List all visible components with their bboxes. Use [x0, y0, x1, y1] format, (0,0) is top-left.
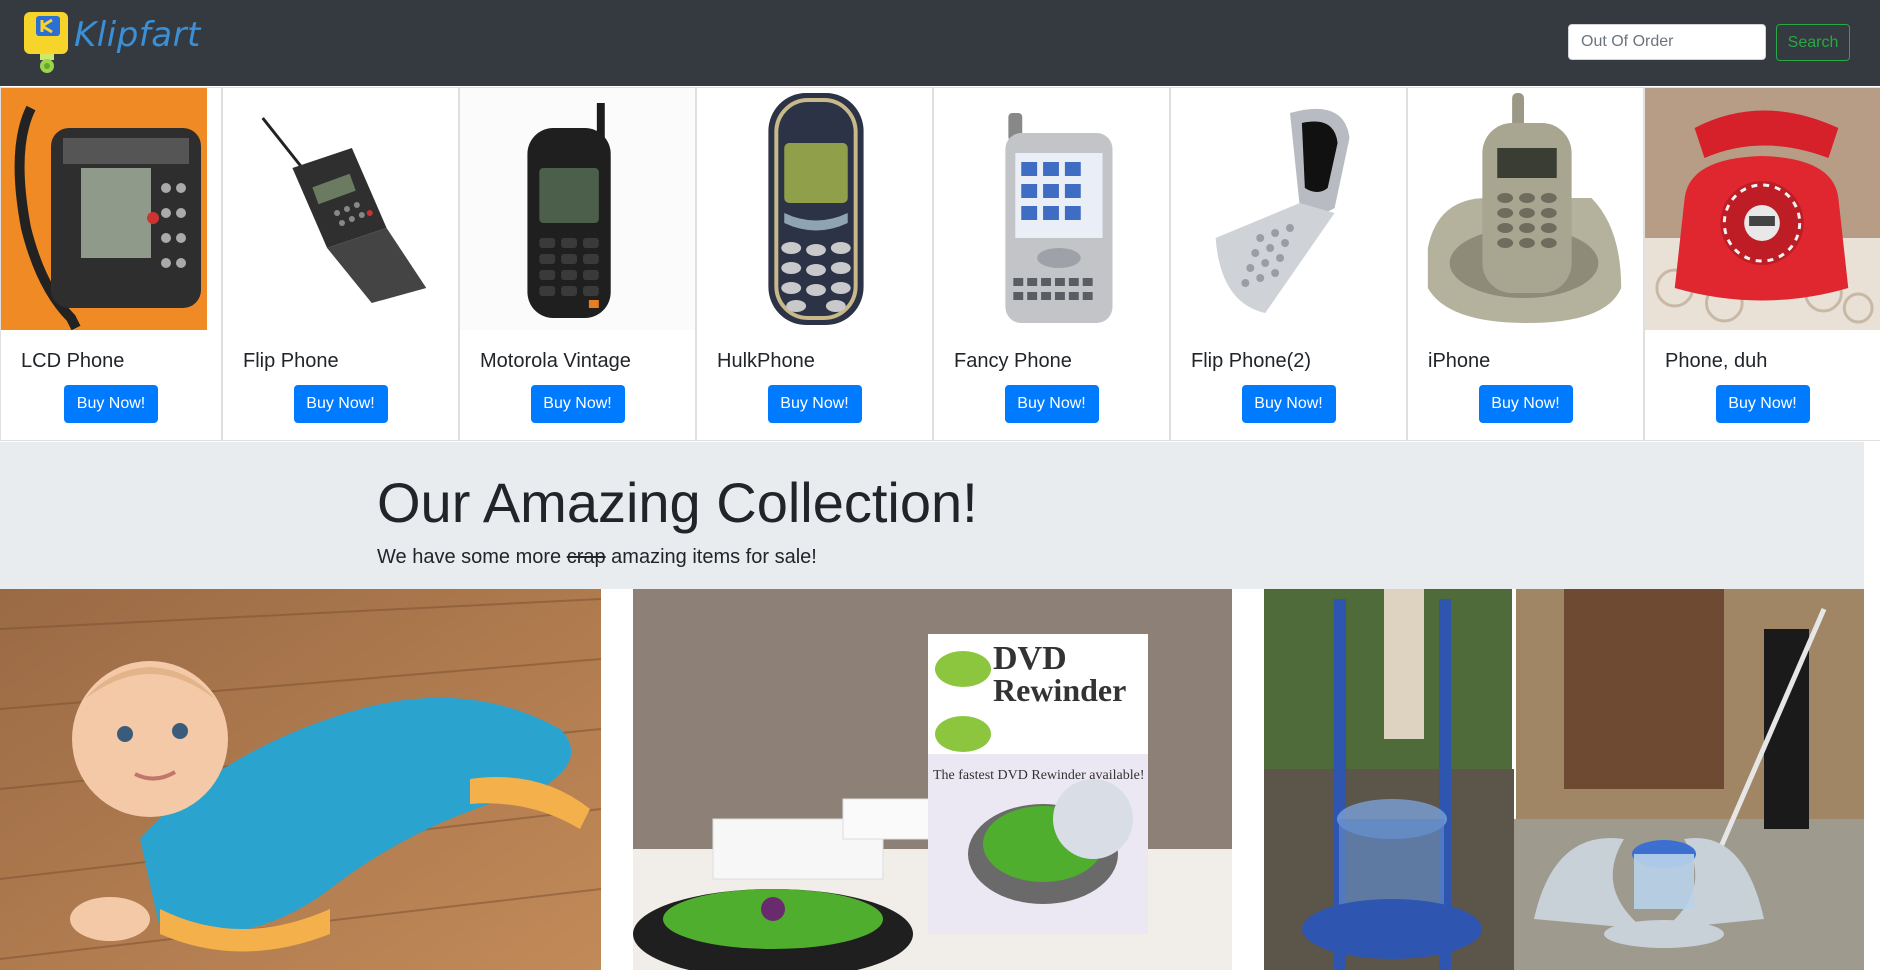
dvd-rewinder-image: DVD Rewinder The fastest DVD Rewinder av…: [633, 589, 1232, 970]
product-title: Flip Phone(2): [1191, 350, 1312, 372]
product-title: iPhone: [1428, 350, 1491, 372]
product-image[interactable]: [1645, 88, 1880, 330]
product-title: Flip Phone: [243, 350, 339, 372]
buy-now-button[interactable]: Buy Now!: [1478, 385, 1573, 423]
baby-mop-image: [0, 589, 601, 970]
lead-text: We have some more: [377, 546, 567, 568]
buy-now-button[interactable]: Buy Now!: [530, 385, 625, 423]
product-title: HulkPhone: [717, 350, 815, 372]
product-title: Motorola Vintage: [480, 350, 631, 372]
iphone-image: [1408, 88, 1643, 330]
flip-phone-2-image: [1171, 88, 1406, 330]
fancy-phone-image: [934, 88, 1169, 330]
product-card: Motorola Vintage Buy Now!: [459, 87, 696, 441]
product-card: iPhone Buy Now!: [1407, 87, 1644, 441]
product-card: LCD Phone Buy Now!: [0, 87, 222, 441]
jumbotron-lead: We have some more crap amazing items for…: [377, 546, 817, 569]
motorola-vintage-image: [460, 88, 695, 330]
fish-bowl-walker-image: [1264, 589, 1864, 970]
buy-now-button[interactable]: Buy Now!: [293, 385, 388, 423]
brand-logo-icon: [24, 12, 68, 73]
buy-now-button[interactable]: Buy Now!: [767, 385, 862, 423]
gallery-image-fish-bowl-walker[interactable]: [1264, 589, 1864, 970]
gallery-image-baby-mop[interactable]: [0, 589, 601, 970]
jumbotron: Our Amazing Collection! We have some mor…: [0, 442, 1864, 589]
product-image[interactable]: [1171, 88, 1406, 330]
product-image[interactable]: [460, 88, 695, 330]
product-card: Flip Phone(2) Buy Now!: [1170, 87, 1407, 441]
product-image[interactable]: [223, 88, 458, 330]
dvd-box-tagline: The fastest DVD Rewinder available!: [933, 768, 1144, 783]
lcd-phone-image: [1, 88, 207, 330]
search-input[interactable]: [1568, 24, 1766, 60]
buy-now-button[interactable]: Buy Now!: [1004, 385, 1099, 423]
product-image[interactable]: [1, 88, 207, 330]
product-card: Phone, duh Buy Now!: [1644, 87, 1880, 441]
product-card: Fancy Phone Buy Now!: [933, 87, 1170, 441]
product-strip: LCD Phone Buy Now! Flip Phone Buy Now! M…: [0, 87, 1880, 442]
flip-phone-image: [223, 88, 458, 330]
brand-link[interactable]: Klipfart: [22, 10, 201, 74]
product-title: Fancy Phone: [954, 350, 1072, 372]
product-card: HulkPhone Buy Now!: [696, 87, 933, 441]
navbar: Klipfart Search: [0, 0, 1880, 86]
product-image[interactable]: [934, 88, 1169, 330]
page-title: Our Amazing Collection!: [377, 471, 978, 534]
product-image[interactable]: [1408, 88, 1643, 330]
brand-name: Klipfart: [74, 15, 201, 55]
gallery-image-dvd-rewinder[interactable]: DVD Rewinder The fastest DVD Rewinder av…: [633, 589, 1232, 970]
product-image[interactable]: [697, 88, 932, 330]
buy-now-button[interactable]: Buy Now!: [1241, 385, 1336, 423]
buy-now-button[interactable]: Buy Now!: [64, 385, 158, 423]
product-title: LCD Phone: [21, 350, 125, 372]
lead-struck-text: crap: [566, 546, 606, 568]
lead-text: amazing items for sale!: [605, 546, 817, 568]
product-title: Phone, duh: [1665, 350, 1768, 372]
hulkphone-image: [697, 88, 932, 330]
buy-now-button[interactable]: Buy Now!: [1715, 385, 1810, 423]
rotary-phone-image: [1645, 88, 1880, 330]
dvd-box-product: Rewinder: [993, 672, 1126, 708]
search-button[interactable]: Search: [1776, 24, 1850, 61]
product-card: Flip Phone Buy Now!: [222, 87, 459, 441]
